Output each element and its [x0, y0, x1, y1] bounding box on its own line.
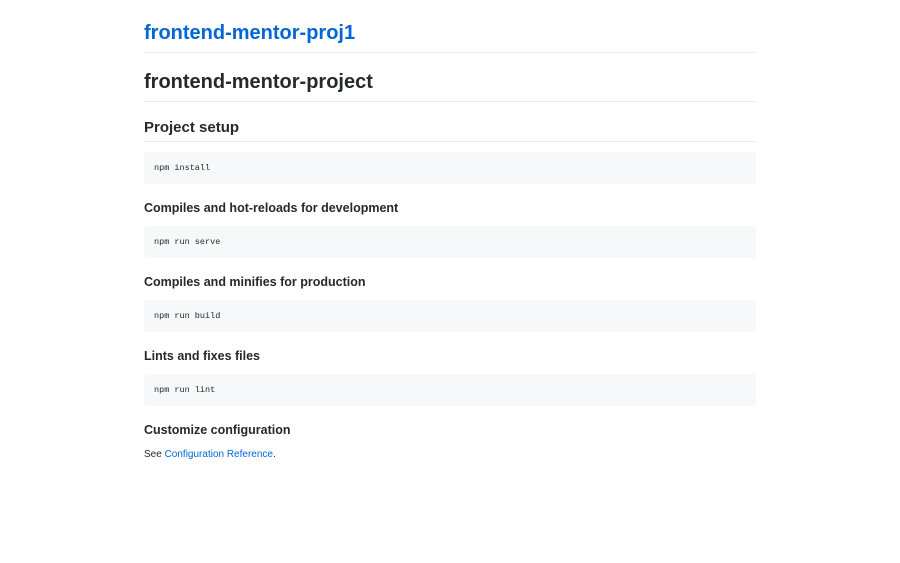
section-heading-lint: Lints and fixes files — [144, 349, 261, 363]
configuration-reference-link[interactable]: Configuration Reference — [165, 449, 273, 460]
see-reference-text: See Configuration Reference. — [144, 448, 756, 462]
code-block-install: npm install — [144, 152, 756, 184]
customize-heading: Customize configuration — [144, 423, 291, 437]
see-prefix: See — [144, 449, 165, 460]
section-heading-serve: Compiles and hot-reloads for development — [144, 201, 399, 215]
code-block-lint: npm run lint — [144, 374, 756, 406]
readme-page: frontend-mentor-proj1 frontend-mentor-pr… — [144, 0, 756, 462]
project-setup-heading: Project setup — [144, 118, 756, 142]
readme-title: frontend-mentor-project — [144, 69, 756, 102]
code-block-serve: npm run serve — [144, 226, 756, 258]
section-heading-build: Compiles and minifies for production — [144, 275, 366, 289]
site-title-link[interactable]: frontend-mentor-proj1 — [144, 0, 756, 53]
code-block-build: npm run build — [144, 300, 756, 332]
see-suffix: . — [272, 449, 276, 460]
